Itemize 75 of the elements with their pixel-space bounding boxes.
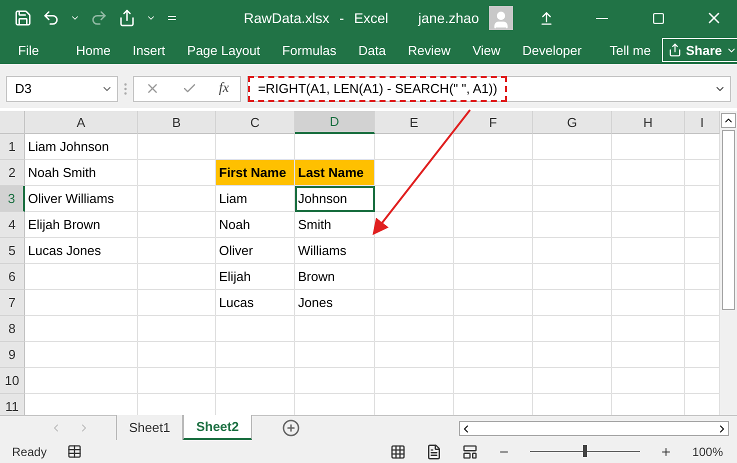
table-cell: Jones: [295, 290, 375, 316]
scroll-up-button[interactable]: [721, 113, 736, 128]
table-cell: Lucas Jones: [25, 238, 138, 264]
row-header[interactable]: 1: [0, 134, 25, 160]
table-cell: Liam Johnson: [25, 134, 138, 160]
row-header[interactable]: 7: [0, 290, 25, 316]
column-header[interactable]: D: [295, 111, 375, 134]
insert-function-button[interactable]: fx: [218, 80, 229, 97]
grip-icon: [124, 82, 127, 95]
file-name: RawData.xlsx: [244, 10, 330, 26]
active-cell: Johnson: [295, 186, 375, 212]
share-icon[interactable]: [118, 9, 136, 27]
column-header[interactable]: G: [533, 111, 612, 134]
zoom-level: 100%: [692, 444, 723, 459]
column-header[interactable]: H: [612, 111, 685, 134]
app-name: Excel: [354, 10, 388, 26]
name-box[interactable]: D3: [6, 76, 118, 102]
ribbon-tab[interactable]: Insert: [122, 36, 176, 64]
redo-icon: [90, 9, 108, 27]
ribbon-tab[interactable]: Page Layout: [176, 36, 272, 64]
row-header[interactable]: 8: [0, 316, 25, 342]
ribbon-tab[interactable]: Data: [347, 36, 397, 64]
column-header[interactable]: F: [454, 111, 533, 134]
row-header[interactable]: 9: [0, 342, 25, 368]
table-cell: Noah: [216, 212, 295, 238]
normal-view-icon[interactable]: [390, 444, 406, 460]
undo-icon[interactable]: [42, 9, 60, 27]
ribbon-tab[interactable]: Developer: [511, 36, 593, 64]
zoom-thumb[interactable]: [583, 445, 588, 458]
row-header[interactable]: 4: [0, 212, 25, 238]
table-cell: Noah Smith: [25, 160, 138, 186]
sheet-tab[interactable]: Sheet1: [116, 415, 184, 440]
separator: -: [339, 10, 344, 26]
status-text: Ready: [12, 444, 47, 459]
ribbon-tab[interactable]: Review: [396, 36, 462, 64]
table-cell: Elijah: [216, 264, 295, 290]
table-cell: Williams: [295, 238, 375, 264]
column-header[interactable]: B: [138, 111, 216, 134]
page-layout-icon[interactable]: [426, 444, 442, 460]
page-break-icon[interactable]: [462, 444, 478, 460]
table-cell: Oliver: [216, 238, 295, 264]
formula-field[interactable]: =RIGHT(A1, LEN(A1) - SEARCH(" ", A1)): [248, 76, 508, 102]
column-header[interactable]: A: [25, 111, 138, 134]
column-header[interactable]: E: [375, 111, 454, 134]
ribbon-tab[interactable]: Formulas: [271, 36, 348, 64]
table-cell: Lucas: [216, 290, 295, 316]
column-header[interactable]: I: [685, 111, 720, 134]
upload-icon: [538, 10, 554, 26]
add-sheet-icon[interactable]: [282, 419, 300, 438]
zoom-in-icon[interactable]: [660, 446, 672, 458]
header-cell: First Name: [216, 160, 295, 186]
maximize-icon: [652, 12, 664, 24]
tell-me-field[interactable]: Tell me: [598, 36, 662, 64]
table-cell: Smith: [295, 212, 375, 238]
save-icon[interactable]: [14, 9, 32, 27]
row-header[interactable]: 5: [0, 238, 25, 264]
table-cell: Oliver Williams: [25, 186, 138, 212]
sheet-tab[interactable]: Sheet2: [183, 415, 252, 440]
row-header[interactable]: 10: [0, 368, 25, 394]
ribbon-tab[interactable]: File: [0, 36, 65, 64]
row-header[interactable]: 11: [0, 394, 25, 416]
table-cell: Elijah Brown: [25, 212, 138, 238]
table-cell: Brown: [295, 264, 375, 290]
row-header[interactable]: 3: [0, 186, 25, 212]
share-icon: [668, 43, 682, 57]
column-header[interactable]: C: [216, 111, 295, 134]
scroll-thumb[interactable]: [722, 130, 735, 310]
row-header[interactable]: 2: [0, 160, 25, 186]
user-name: jane.zhao: [418, 10, 479, 26]
share-button[interactable]: Share: [662, 38, 737, 62]
row-header[interactable]: 6: [0, 264, 25, 290]
ribbon-tab[interactable]: View: [461, 36, 512, 64]
ribbon-tab[interactable]: Home: [64, 36, 122, 64]
table-cell: Liam: [216, 186, 295, 212]
header-cell: Last Name: [295, 160, 375, 186]
